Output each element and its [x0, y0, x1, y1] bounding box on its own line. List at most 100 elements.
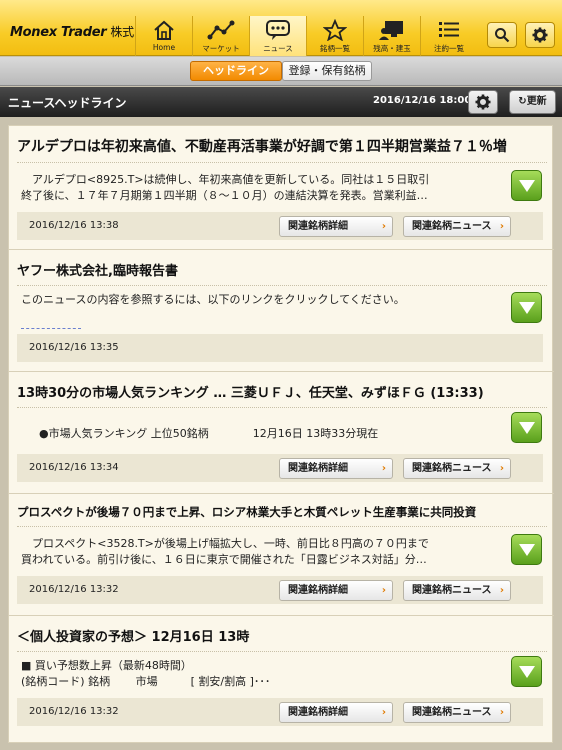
nav-home[interactable]: Home — [135, 16, 192, 56]
button-label: 関連銘柄詳細 — [288, 221, 348, 232]
nav-watchlist-label: 銘柄一覧 — [320, 44, 350, 53]
news-summary-line: ■ 買い予想数上昇（最新48時間） — [21, 659, 192, 672]
news-item[interactable]: 13時30分の市場人気ランキング … 三菱ＵＦＪ、任天堂、みずほＦＧ (13:3… — [9, 372, 554, 494]
market-chart-icon — [207, 20, 235, 40]
button-label: 関連銘柄詳細 — [288, 585, 348, 596]
search-icon — [495, 28, 510, 43]
news-headline[interactable]: ＜個人投資家の予想＞ 12月16日 13時 — [17, 626, 547, 652]
news-summary: このニュースの内容を参照するには、以下のリンクをクリックしてください。 — [21, 292, 503, 308]
nav-market[interactable]: マーケット — [192, 16, 249, 56]
nav-watchlist[interactable]: 銘柄一覧 — [306, 16, 363, 56]
update-timestamp: 2016/12/16 18:00 — [373, 95, 472, 106]
segment-bar: ヘッドライン 登録・保有銘柄 — [0, 57, 562, 86]
section-header: ニュースヘッドライン 2016/12/16 18:00 ↻更新 — [0, 87, 562, 117]
gear-icon — [475, 94, 491, 110]
related-detail-button[interactable]: 関連銘柄詳細 › — [279, 216, 393, 237]
chevron-right-icon: › — [499, 221, 504, 232]
related-news-button[interactable]: 関連銘柄ニュース › — [403, 458, 511, 479]
news-summary: ●市場人気ランキング 上位50銘柄 12月16日 13時33分現在 — [39, 426, 499, 442]
news-headline[interactable]: プロスペクトが後場７０円まで上昇、ロシア林業大手と木質ペレット生産事業に共同投資 — [17, 504, 547, 527]
news-link[interactable] — [21, 328, 81, 331]
nav-home-label: Home — [152, 43, 176, 52]
news-time: 2016/12/16 13:35 — [29, 342, 119, 353]
news-summary: ■ 買い予想数上昇（最新48時間） (銘柄コード) 銘柄 市場 [ 割安/割高 … — [21, 658, 503, 690]
nav-portfolio[interactable]: 残高・建玉 — [363, 16, 420, 56]
expand-button[interactable] — [511, 292, 542, 323]
button-label: 関連銘柄詳細 — [288, 463, 348, 474]
tab-headlines[interactable]: ヘッドライン — [190, 61, 282, 81]
news-summary: アルデプロ<8925.T>は続伸し、年初来高値を更新している。同社は１５日取引 … — [21, 172, 503, 204]
chevron-right-icon: › — [499, 707, 504, 718]
brand-suffix: 株式 — [110, 25, 134, 39]
chevron-right-icon: › — [499, 585, 504, 596]
news-footer: 2016/12/16 13:34 関連銘柄詳細 › 関連銘柄ニュース › — [17, 454, 543, 482]
refresh-button[interactable]: ↻更新 — [509, 90, 556, 114]
chevron-right-icon: › — [381, 463, 386, 474]
news-footer: 2016/12/16 13:38 関連銘柄詳細 › 関連銘柄ニュース › — [17, 212, 543, 240]
search-button[interactable] — [487, 22, 517, 48]
news-bubble-icon — [266, 20, 290, 40]
nav-news-label: ニュース — [263, 44, 293, 53]
news-item[interactable]: プロスペクトが後場７０円まで上昇、ロシア林業大手と木質ペレット生産事業に共同投資… — [9, 494, 554, 616]
news-time: 2016/12/16 13:32 — [29, 706, 119, 717]
related-news-button[interactable]: 関連銘柄ニュース › — [403, 216, 511, 237]
home-icon — [154, 20, 174, 40]
chevron-right-icon: › — [381, 707, 386, 718]
chevron-right-icon: › — [381, 221, 386, 232]
news-footer: 2016/12/16 13:35 — [17, 334, 543, 362]
news-list: アルデプロは年初来高値、不動産再活事業が好調で第１四半期営業益７１％増 アルデプ… — [8, 125, 554, 743]
news-summary-line: (銘柄コード) 銘柄 市場 [ 割安/割高 ]･･･ — [21, 675, 271, 688]
related-detail-button[interactable]: 関連銘柄詳細 › — [279, 580, 393, 601]
nav-news[interactable]: ニュース — [249, 16, 306, 56]
news-headline[interactable]: アルデプロは年初来高値、不動産再活事業が好調で第１四半期営業益７１％増 — [17, 136, 547, 163]
refresh-label: 更新 — [526, 96, 547, 107]
expand-button[interactable] — [511, 656, 542, 687]
related-news-button[interactable]: 関連銘柄ニュース › — [403, 580, 511, 601]
page-title: ニュースヘッドライン — [8, 96, 127, 110]
news-time: 2016/12/16 13:38 — [29, 220, 119, 231]
button-label: 関連銘柄ニュース — [412, 221, 492, 232]
related-news-button[interactable]: 関連銘柄ニュース › — [403, 702, 511, 723]
news-headline[interactable]: 13時30分の市場人気ランキング … 三菱ＵＦＪ、任天堂、みずほＦＧ (13:3… — [17, 382, 547, 408]
button-label: 関連銘柄詳細 — [288, 707, 348, 718]
nav-portfolio-label: 残高・建玉 — [373, 44, 411, 53]
nav-orders-label: 注約一覧 — [434, 44, 464, 53]
portfolio-monitor-icon — [379, 21, 403, 40]
brand-name: Monex Trader — [10, 25, 107, 40]
nav-market-label: マーケット — [202, 44, 240, 53]
settings-button[interactable] — [525, 22, 555, 48]
expand-button[interactable] — [511, 170, 542, 201]
expand-button[interactable] — [511, 412, 542, 443]
news-summary-line: アルデプロ<8925.T>は続伸し、年初来高値を更新している。同社は１５日取引 — [21, 173, 430, 186]
news-headline[interactable]: ヤフー株式会社,臨時報告書 — [17, 260, 547, 286]
news-summary-line: プロスペクト<3528.T>が後場上げ幅拡大し、一時、前日比８円高の７０円まで — [21, 537, 429, 550]
news-summary: プロスペクト<3528.T>が後場上げ幅拡大し、一時、前日比８円高の７０円まで … — [21, 536, 503, 568]
news-item[interactable]: アルデプロは年初来高値、不動産再活事業が好調で第１四半期営業益７１％増 アルデプ… — [9, 126, 554, 250]
button-label: 関連銘柄ニュース — [412, 463, 492, 474]
related-detail-button[interactable]: 関連銘柄詳細 › — [279, 702, 393, 723]
news-summary-line: このニュースの内容を参照するには、以下のリンクをクリックしてください。 — [21, 293, 405, 306]
gear-icon — [532, 27, 548, 43]
news-item[interactable]: ＜個人投資家の予想＞ 12月16日 13時 ■ 買い予想数上昇（最新48時間） … — [9, 616, 554, 742]
top-nav-bar: Monex Trader 株式 Home マーケット ニュース 銘柄一覧 残高・… — [0, 0, 562, 56]
star-icon — [323, 19, 347, 41]
expand-button[interactable] — [511, 534, 542, 565]
chevron-down-icon — [519, 180, 535, 192]
chevron-right-icon: › — [499, 463, 504, 474]
list-settings-button[interactable] — [468, 90, 498, 114]
list-icon — [439, 22, 459, 37]
related-detail-button[interactable]: 関連銘柄詳細 › — [279, 458, 393, 479]
button-label: 関連銘柄ニュース — [412, 707, 492, 718]
news-time: 2016/12/16 13:34 — [29, 462, 119, 473]
tab-holdings[interactable]: 登録・保有銘柄 — [282, 61, 372, 81]
nav-orders[interactable]: 注約一覧 — [420, 16, 477, 56]
news-footer: 2016/12/16 13:32 関連銘柄詳細 › 関連銘柄ニュース › — [17, 698, 543, 726]
news-item[interactable]: ヤフー株式会社,臨時報告書 このニュースの内容を参照するには、以下のリンクをクリ… — [9, 250, 554, 372]
button-label: 関連銘柄ニュース — [412, 585, 492, 596]
chevron-down-icon — [519, 302, 535, 314]
news-summary-line: 終了後に、１７年７月期第１四半期（８～１０月）の連結決算を発表。営業利益… — [21, 189, 428, 202]
chevron-down-icon — [519, 544, 535, 556]
news-summary-line: 買われている。前引け後に、１６日に東京で開催された「日露ビジネス対話」分… — [21, 553, 427, 566]
news-time: 2016/12/16 13:32 — [29, 584, 119, 595]
news-footer: 2016/12/16 13:32 関連銘柄詳細 › 関連銘柄ニュース › — [17, 576, 543, 604]
